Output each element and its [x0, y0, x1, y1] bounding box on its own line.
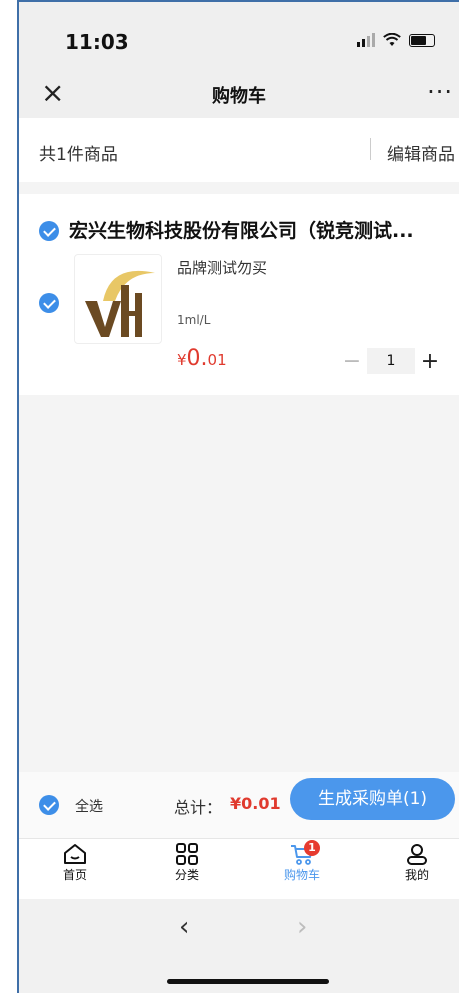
back-icon[interactable]: ‹	[179, 912, 189, 942]
quantity-stepper: − 1 +	[337, 348, 445, 374]
category-icon	[176, 843, 198, 865]
divider	[370, 138, 371, 160]
shop-name[interactable]: 宏兴生物科技股份有限公司（锐竞测试...	[69, 216, 414, 243]
tab-cart-label: 购物车	[283, 868, 320, 882]
battery-icon	[409, 33, 435, 47]
select-all-label[interactable]: 全选	[75, 796, 103, 816]
tab-bar: 首页 分类 1 购物车 我的	[19, 839, 459, 899]
shop-checkbox[interactable]	[39, 221, 59, 241]
page-title: 购物车	[212, 86, 266, 107]
nav-bar: × 购物车 ···	[19, 72, 459, 118]
home-indicator[interactable]	[167, 979, 329, 984]
tab-profile[interactable]: 我的	[382, 843, 452, 883]
status-icons	[357, 30, 435, 50]
tab-cart[interactable]: 1 购物车	[267, 840, 337, 883]
create-order-button[interactable]: 生成采购单(1)	[290, 778, 455, 820]
price-cents: 01	[207, 351, 227, 369]
cart-summary-bar: 共1件商品 编辑商品	[19, 118, 459, 182]
select-all-checkbox[interactable]	[39, 795, 59, 815]
tab-home-label: 首页	[62, 868, 87, 882]
price-main: 0.	[186, 346, 208, 371]
cart-badge: 1	[304, 840, 320, 856]
user-icon	[407, 844, 427, 865]
product-spec: 1ml/L	[177, 313, 211, 327]
total-label: 总计：	[174, 798, 223, 817]
quantity-input[interactable]: 1	[367, 348, 415, 374]
more-icon[interactable]: ···	[427, 78, 453, 106]
edit-items-button[interactable]: 编辑商品	[387, 140, 455, 165]
brand-logo-icon	[85, 270, 155, 337]
tab-profile-label: 我的	[404, 868, 429, 882]
price-currency: ¥	[177, 351, 187, 369]
phone-screen: 11:03 × 购物车 ··· 共1件商品 编辑商品 宏兴生物科技股份有限公司（…	[19, 2, 459, 993]
item-checkbox[interactable]	[39, 293, 59, 313]
wifi-icon	[383, 33, 401, 46]
status-bar: 11:03	[19, 2, 459, 72]
total-value: ¥0.01	[230, 794, 281, 813]
tab-category-label: 分类	[174, 868, 199, 882]
tab-category[interactable]: 分类	[152, 843, 222, 883]
item-count: 共1件商品	[39, 145, 118, 165]
signal-icon	[357, 33, 375, 47]
increase-button[interactable]: +	[415, 349, 445, 374]
shop-card: 宏兴生物科技股份有限公司（锐竞测试... 品牌测试勿买 1ml/L ¥0.01 …	[19, 194, 459, 395]
status-time: 11:03	[65, 30, 129, 54]
tab-home[interactable]: 首页	[40, 843, 110, 883]
decrease-button[interactable]: −	[337, 349, 367, 374]
product-price: ¥0.01	[177, 346, 227, 371]
checkout-bar: 全选 总计： ¥0.01 生成采购单(1)	[19, 772, 459, 839]
product-name[interactable]: 品牌测试勿买	[177, 257, 267, 278]
product-image[interactable]	[74, 254, 162, 344]
browser-toolbar: ‹ ›	[19, 899, 459, 993]
forward-icon[interactable]: ›	[297, 912, 307, 942]
home-icon	[64, 844, 86, 864]
